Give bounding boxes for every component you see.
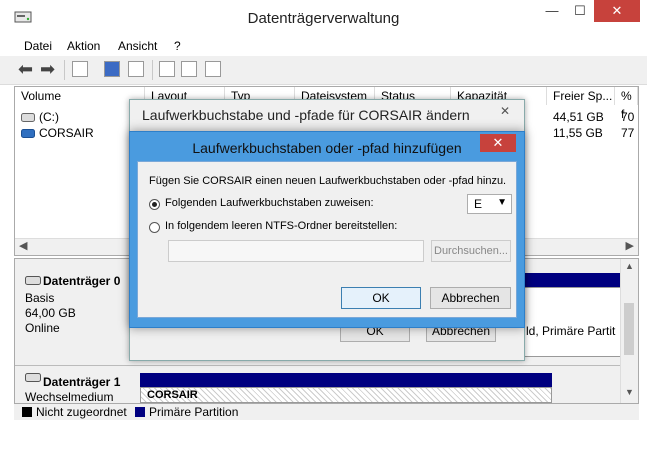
legend-unallocated-label: Nicht zugeordnet [36,405,127,419]
scrollbar-thumb[interactable] [624,303,634,355]
minimize-button[interactable]: — [538,0,566,22]
folder-path-input[interactable] [168,240,424,262]
close-button[interactable]: ✕ [594,0,640,22]
partition-c[interactable]: ld, Primäre Partit [515,287,621,357]
menu-datei[interactable]: Datei [24,39,52,53]
volume-percent: 77 [621,126,635,140]
scroll-up-icon[interactable]: ▲ [625,261,634,271]
volume-name: (C:) [39,110,59,124]
browse-button[interactable]: Durchsuchen... [431,240,511,262]
menu-aktion[interactable]: Aktion [67,39,100,53]
disk-1-info[interactable]: Datenträger 1 Wechselmedium [15,367,135,404]
help-icon[interactable] [104,61,120,77]
disk-0-size: 64,00 GB [25,306,76,320]
title-bar: Datenträgerverwaltung — ☐ ✕ [0,0,647,36]
radio-assign-letter-label: Folgenden Laufwerkbuchstaben zuweisen: [165,197,374,209]
dialog-intro-text: Fügen Sie CORSAIR einen neuen Laufwerkbu… [149,175,507,187]
toolbar-separator [64,60,65,80]
drive-icon [21,113,35,122]
drive-letter-select[interactable]: E ▼ [467,194,512,214]
disk-0-type: Basis [25,291,55,305]
legend-primary-label: Primäre Partition [149,405,239,419]
menu-bar: Datei Aktion Ansicht ? [0,36,647,56]
refresh-icon[interactable] [159,61,175,77]
dialog-close-button[interactable]: ✕ [492,102,518,120]
legend: Nicht zugeordnet Primäre Partition [14,404,639,420]
toolbar: ⬅ ➡ [0,56,647,85]
volume-name: CORSAIR [39,126,94,140]
partition-label: CORSAIR [147,389,198,401]
drive-icon [21,129,35,138]
disk-icon [25,276,41,285]
properties-icon[interactable] [128,61,144,77]
toolbar-separator [152,60,153,80]
scroll-down-icon[interactable]: ▼ [625,387,634,397]
rescan-disks-icon[interactable] [181,61,197,77]
chevron-down-icon: ▼ [497,197,507,208]
partition-type: ld, Primäre Partit [526,324,616,338]
disk-0-info[interactable]: Datenträger 0 Basis 64,00 GB Online [15,259,135,359]
volume-percent: 70 [621,110,635,124]
column-percent-free[interactable]: % f [615,87,638,121]
dialog-close-button[interactable]: ✕ [480,134,516,152]
removable-disk-icon [25,373,41,382]
back-arrow-icon[interactable]: ⬅ [18,60,33,78]
legend-unallocated-swatch [22,407,32,417]
settings-icon[interactable] [205,61,221,77]
cancel-button[interactable]: Abbrechen [430,287,511,309]
forward-arrow-icon[interactable]: ➡ [40,60,55,78]
show-hide-tree-icon[interactable] [72,61,88,77]
add-drive-letter-dialog: Laufwerkbuchstaben oder -pfad hinzufügen… [129,131,525,328]
corsair-partition-bar [140,373,552,387]
vertical-scrollbar[interactable]: ▲ ▼ [620,259,638,403]
dialog-title: Laufwerkbuchstabe und -pfade für CORSAIR… [142,107,470,123]
radio-mount-folder[interactable] [149,222,160,233]
volume-free: 44,51 GB [553,110,604,124]
disk-0-status: Online [25,321,60,335]
disk-1-name: Datenträger 1 [43,375,121,389]
drive-letter-value: E [474,197,483,211]
disk-0-name: Datenträger 0 [43,274,121,288]
menu-ansicht[interactable]: Ansicht [118,39,157,53]
scroll-right-icon[interactable]: ▶ [626,239,634,252]
radio-mount-folder-label: In folgendem leeren NTFS-Ordner bereitst… [165,220,398,232]
menu-help[interactable]: ? [174,39,181,53]
dialog-body: Fügen Sie CORSAIR einen neuen Laufwerkbu… [137,161,517,318]
scroll-left-icon[interactable]: ◀ [19,239,27,252]
dialog-title: Laufwerkbuchstaben oder -pfad hinzufügen [192,140,462,156]
disk-1-type: Wechselmedium [25,390,114,404]
partition-corsair[interactable]: CORSAIR [140,387,552,403]
legend-primary-swatch [135,407,145,417]
volume-free: 11,55 GB [553,126,603,140]
ok-button[interactable]: OK [341,287,421,309]
radio-assign-letter[interactable] [149,199,160,210]
maximize-button[interactable]: ☐ [566,0,594,22]
column-freier-speicher[interactable]: Freier Sp... [547,87,615,105]
partition-header-bar [515,273,621,287]
disk-separator [15,365,620,366]
column-volume[interactable]: Volume [15,87,145,105]
